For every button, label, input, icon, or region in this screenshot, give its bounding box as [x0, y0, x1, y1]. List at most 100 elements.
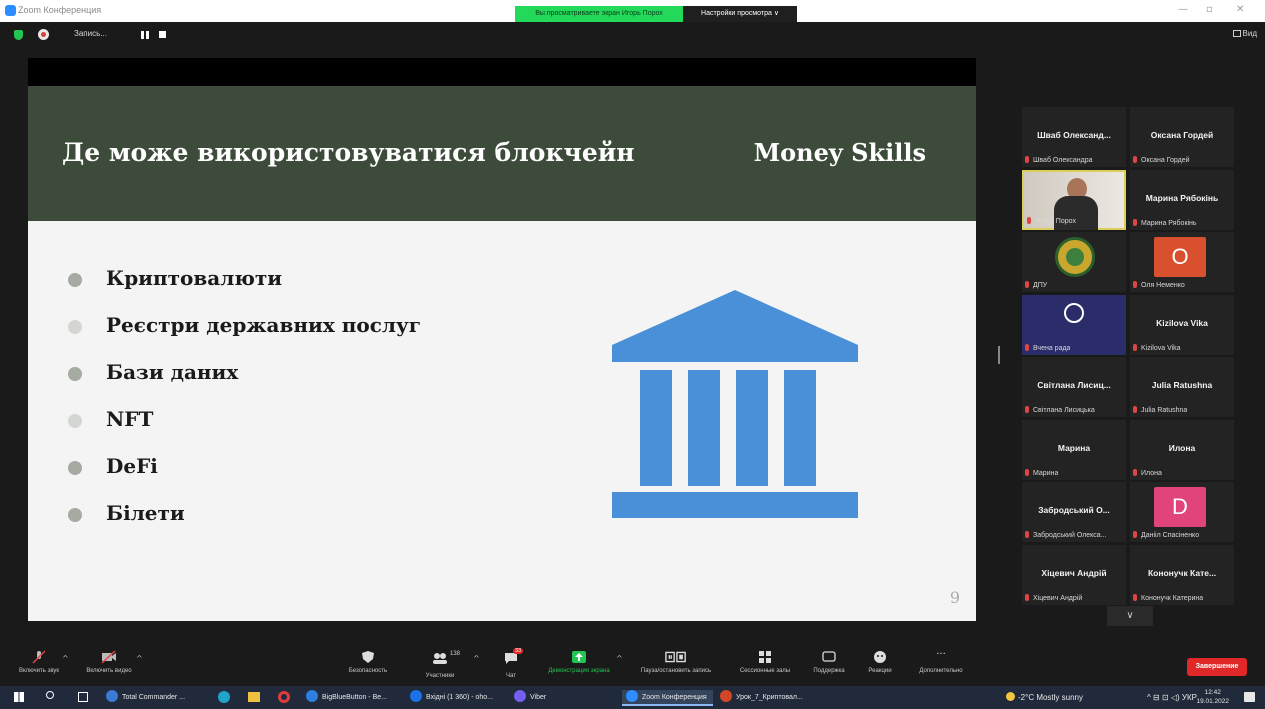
app-label: Урок_7_Криптовал... [736, 694, 803, 701]
pause-stop-recording-button[interactable]: Пауза/остановить запись [628, 650, 724, 674]
stop-recording-icon[interactable] [159, 31, 166, 38]
participant-name: Світлана Лисицька [1033, 407, 1095, 414]
breakout-rooms-button[interactable]: Сессионные залы [730, 650, 800, 674]
video-options-caret[interactable]: ^ [136, 654, 143, 663]
chat-button[interactable]: 33 Чат [496, 648, 526, 679]
participant-tile[interactable]: ДПУ [1022, 232, 1126, 292]
shield-icon[interactable] [14, 30, 23, 40]
muted-mic-icon [32, 650, 46, 664]
bullet-text: Білети [106, 501, 185, 525]
participant-tile[interactable]: Шваб Олександ... Шваб Олександра [1022, 107, 1126, 167]
slide-title: Де може використовуватися блокчейн [62, 138, 635, 167]
security-button[interactable]: Безопасность [340, 650, 396, 674]
participant-name-label: ДПУ [1025, 281, 1047, 289]
participant-tile[interactable]: Забродський О... Забродський Олекса... [1022, 482, 1126, 542]
app-label: Viber [530, 694, 547, 701]
app-icon [410, 690, 422, 702]
bullet-item: DeFi [68, 454, 421, 501]
audio-options-caret[interactable]: ^ [62, 654, 69, 663]
minimize-button[interactable]: — [1178, 4, 1188, 15]
notifications-icon[interactable] [1244, 692, 1255, 702]
taskbar-app-button[interactable]: Viber [514, 690, 546, 706]
taskbar-app-button[interactable]: Total Commander ... [106, 690, 185, 706]
meeting-toolbar: Включить звук ^ Включить видео ^ Безопас… [0, 648, 1265, 686]
participant-tile[interactable]: Марина Марина [1022, 420, 1126, 480]
participants-count: 138 [450, 651, 461, 657]
bullet-text: NFT [106, 407, 154, 431]
participant-tile[interactable]: Kizilova Vika Kizilova Vika [1130, 295, 1234, 355]
file-explorer-icon[interactable] [248, 692, 260, 702]
taskbar-app-button[interactable]: Урок_7_Криптовал... [720, 690, 803, 706]
taskbar-app-button[interactable]: BigBlueButton - Be... [306, 690, 387, 706]
recording-icon [38, 29, 49, 40]
more-icon: ··· [936, 649, 946, 660]
participant-name-label: Забродський Олекса... [1025, 531, 1107, 539]
participant-tile[interactable]: Игорь Порох [1022, 170, 1126, 230]
share-screen-button[interactable]: Демонстрация экрана [536, 650, 622, 674]
slide-page-number: 9 [949, 588, 960, 607]
close-button[interactable]: ✕ [1236, 4, 1244, 15]
app-icon [106, 690, 118, 702]
zoom-logo-icon [5, 5, 16, 16]
edge-icon[interactable] [218, 691, 230, 703]
muted-mic-icon [1133, 219, 1137, 226]
participant-tile[interactable]: Julia Ratushna Julia Ratushna [1130, 357, 1234, 417]
participant-tile[interactable]: О Оля Неменко [1130, 232, 1234, 292]
more-button[interactable]: ··· Дополнительно [908, 649, 974, 675]
participant-tile[interactable]: Світлана Лисиц... Світлана Лисицька [1022, 357, 1126, 417]
participant-tile[interactable]: Кононучк Кате... Кононучк Катерина [1130, 545, 1234, 605]
participant-tile[interactable]: Оксана Гордей Оксана Гордей [1130, 107, 1234, 167]
shared-screen: Де може використовуватися блокчейн Money… [28, 58, 976, 621]
bullet-item: Реєстри державних послуг [68, 313, 421, 360]
panel-splitter[interactable] [998, 346, 1000, 364]
participant-display-name: Хіцевич Андрій [1041, 568, 1107, 578]
bullet-text: Реєстри державних послуг [106, 313, 422, 337]
participants-button[interactable]: 138 Участники [414, 650, 466, 679]
participants-icon-wrap: 138 [432, 650, 460, 669]
participant-tile[interactable]: Марина Рябокінь Марина Рябокінь [1130, 170, 1234, 230]
gallery-scroll-down-button[interactable]: ∨ [1107, 606, 1153, 626]
reactions-button[interactable]: Реакции [858, 650, 902, 674]
system-tray[interactable]: ^ ⊟ ⊡ ◁) УКР [1147, 689, 1197, 706]
app-icon [720, 690, 732, 702]
avatar: О [1154, 237, 1206, 277]
windows-start-icon[interactable] [14, 692, 24, 702]
reactions-icon [874, 651, 886, 663]
bullet-item: NFT [68, 407, 421, 454]
opera-icon[interactable] [278, 691, 290, 703]
pause-recording-icon[interactable] [141, 31, 149, 39]
participant-tile[interactable]: Хіцевич Андрій Хіцевич Андрій [1022, 545, 1126, 605]
participant-display-name: Илона [1168, 443, 1196, 453]
participant-display-name: Kizilova Vika [1156, 318, 1208, 328]
share-screen-icon [572, 651, 586, 663]
maximize-button[interactable]: ▫ [1206, 4, 1213, 15]
participant-name: Марина [1033, 470, 1059, 477]
support-button[interactable]: Поддержка [804, 650, 854, 674]
end-meeting-button[interactable]: Завершение [1187, 658, 1247, 676]
search-icon[interactable] [46, 691, 54, 699]
muted-mic-icon [1025, 344, 1029, 351]
taskbar-app-button[interactable]: Вхідні (1 360) - oho... [410, 690, 493, 706]
view-options-button[interactable]: Настройки просмотра ∨ [683, 6, 797, 22]
muted-mic-icon [1025, 156, 1029, 163]
participant-name: Шваб Олександра [1033, 157, 1093, 164]
participant-tile[interactable]: D Данііл Спасіненко [1130, 482, 1234, 542]
unmute-button[interactable]: Включить звук [8, 650, 70, 674]
university-seal-icon [1055, 237, 1095, 277]
zoom-window: Zoom Конференция Вы просматриваете экран… [0, 0, 1265, 709]
participant-display-name: Марина [1057, 443, 1091, 453]
participants-options-caret[interactable]: ^ [473, 654, 480, 663]
weather-sun-icon [1006, 692, 1015, 701]
start-video-button[interactable]: Включить видео [78, 650, 140, 674]
taskbar-app-button[interactable]: Zoom Конференция [622, 690, 713, 706]
participant-tile[interactable]: Илона Илона [1130, 420, 1234, 480]
share-options-caret[interactable]: ^ [616, 654, 623, 663]
participant-name: Хіцевич Андрій [1033, 595, 1083, 602]
muted-mic-icon [1025, 469, 1029, 476]
participant-name: Оля Неменко [1141, 282, 1185, 289]
participant-tile[interactable]: Вчена рада [1022, 295, 1126, 355]
view-button[interactable]: Вид [1232, 29, 1257, 38]
weather-widget[interactable]: -2°C Mostly sunny [1006, 689, 1083, 706]
task-view-icon[interactable] [78, 692, 88, 702]
taskbar-clock[interactable]: 12:42 19.01.2022 [1196, 688, 1229, 706]
